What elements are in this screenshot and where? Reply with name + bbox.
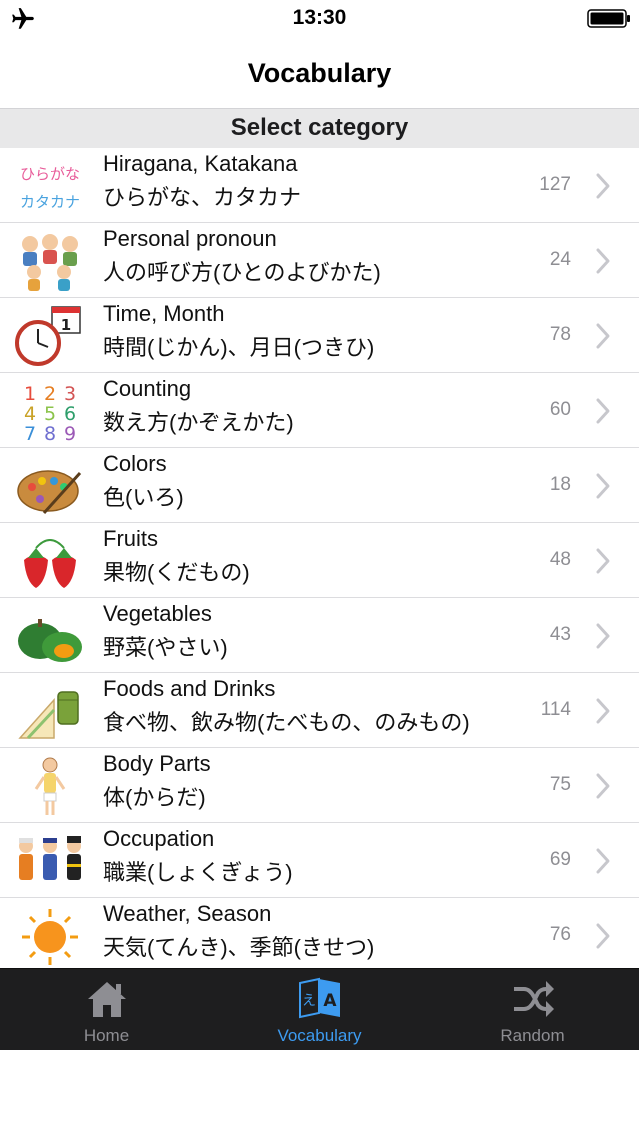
pumpkin-icon [18, 619, 82, 662]
category-row-weather-season[interactable]: Weather, Season 天気(てんき)、季節(きせつ) 76 [0, 898, 639, 968]
home-icon [88, 982, 126, 1017]
chevron-right-icon [596, 698, 610, 724]
category-count: 60 [549, 399, 571, 420]
svg-text:6: 6 [64, 403, 76, 425]
category-title: Colors [103, 451, 167, 476]
category-row-time-month[interactable]: 1 Time, Month 時間(じかん)、月日(つきひ) 78 [0, 298, 639, 373]
chevron-right-icon [596, 173, 610, 199]
clock-calendar-icon: 1 [15, 306, 81, 366]
category-subtitle: 色(いろ) [103, 485, 184, 510]
svg-text:1: 1 [24, 383, 36, 405]
chevron-right-icon [596, 773, 610, 799]
kana-icon: ひらがな カタカナ [20, 165, 80, 211]
tab-vocabulary[interactable]: え A Vocabulary [213, 969, 426, 1051]
workers-icon [19, 836, 81, 880]
svg-text:8: 8 [44, 423, 56, 442]
section-header-label: Select category [230, 114, 409, 141]
category-subtitle: 果物(くだもの) [103, 560, 250, 585]
category-title: Hiragana, Katakana [103, 151, 298, 176]
category-subtitle: 体(からだ) [103, 785, 206, 810]
category-count: 69 [549, 849, 571, 870]
svg-text:3: 3 [64, 383, 76, 405]
person-body-icon [34, 757, 66, 815]
numbers-icon: 1 2 3 4 5 6 7 8 9 [24, 383, 76, 442]
category-count: 18 [549, 474, 571, 495]
category-row-counting[interactable]: 1 2 3 4 5 6 7 8 9 Counting 数え方(かぞえかた) 60 [0, 373, 639, 448]
category-title: Counting [103, 376, 192, 401]
category-count: 78 [549, 324, 571, 345]
tab-home[interactable]: Home [0, 969, 213, 1051]
chevron-right-icon [596, 623, 610, 649]
category-title: Vegetables [103, 601, 212, 626]
category-subtitle: 人の呼び方(ひとのよびかた) [103, 260, 381, 285]
chevron-right-icon [596, 848, 610, 874]
category-row-colors[interactable]: Colors 色(いろ) 18 [0, 448, 639, 523]
category-count: 75 [549, 774, 571, 795]
category-row-foods-and-drinks[interactable]: Foods and Drinks 食べ物、飲み物(たべもの、のみもの) 114 [0, 673, 639, 748]
svg-text:カタカナ: カタカナ [20, 193, 80, 211]
svg-text:5: 5 [44, 403, 56, 425]
tab-vocabulary-label: Vocabulary [277, 1026, 362, 1045]
category-title: Weather, Season [103, 901, 272, 926]
category-title: Occupation [103, 826, 215, 851]
category-title: Fruits [103, 526, 158, 551]
tab-random[interactable]: Random [426, 969, 639, 1051]
navigation-bar: Vocabulary [0, 38, 639, 108]
category-subtitle: ひらがな、カタカナ [103, 185, 302, 210]
chevron-right-icon [596, 398, 610, 424]
svg-text:4: 4 [24, 403, 36, 425]
svg-text:A: A [323, 991, 337, 1011]
category-subtitle: 食べ物、飲み物(たべもの、のみもの) [103, 710, 470, 735]
chevron-right-icon [596, 248, 610, 274]
section-header: Select category [0, 108, 639, 148]
chevron-right-icon [596, 923, 610, 949]
category-subtitle: 野菜(やさい) [103, 635, 228, 660]
category-title: Foods and Drinks [103, 676, 276, 701]
category-subtitle: 時間(じかん)、月日(つきひ) [103, 335, 375, 360]
category-list: ひらがな カタカナ Hiragana, Katakana ひらがな、カタカナ 1… [0, 148, 639, 968]
translate-icon: え A [299, 977, 340, 1019]
category-count: 24 [549, 249, 571, 270]
category-title: Time, Month [103, 301, 225, 326]
category-row-hiragana-katakana[interactable]: ひらがな カタカナ Hiragana, Katakana ひらがな、カタカナ 1… [0, 148, 639, 223]
category-count: 48 [549, 549, 571, 570]
tab-bar: Home え A Vocabulary Random [0, 968, 639, 1050]
sun-icon [22, 909, 78, 965]
category-row-vegetables[interactable]: Vegetables 野菜(やさい) 43 [0, 598, 639, 673]
status-time: 13:30 [292, 6, 347, 29]
category-count: 76 [549, 924, 571, 945]
strawberry-icon [24, 539, 76, 588]
category-row-personal-pronoun[interactable]: Personal pronoun 人の呼び方(ひとのよびかた) 24 [0, 223, 639, 298]
category-row-body-parts[interactable]: Body Parts 体(からだ) 75 [0, 748, 639, 823]
palette-icon [17, 470, 82, 515]
battery-icon [587, 9, 630, 28]
people-icon [22, 234, 78, 291]
svg-text:7: 7 [24, 423, 36, 442]
category-row-fruits[interactable]: Fruits 果物(くだもの) 48 [0, 523, 639, 598]
category-count: 127 [539, 174, 571, 195]
category-subtitle: 職業(しょくぎょう) [103, 860, 293, 885]
chevron-right-icon [596, 323, 610, 349]
category-count: 43 [549, 624, 571, 645]
svg-text:2: 2 [44, 383, 56, 405]
svg-text:え: え [302, 993, 316, 1009]
svg-text:1: 1 [61, 316, 71, 334]
status-bar: 13:30 [0, 0, 639, 38]
chevron-right-icon [596, 473, 610, 499]
tab-random-label: Random [500, 1026, 565, 1045]
category-title: Personal pronoun [103, 226, 277, 251]
sandwich-can-icon [18, 691, 79, 740]
svg-text:9: 9 [64, 423, 76, 442]
tab-home-label: Home [83, 1026, 130, 1045]
category-subtitle: 天気(てんき)、季節(きせつ) [103, 935, 375, 960]
page-title: Vocabulary [247, 58, 392, 88]
shuffle-icon [514, 981, 554, 1017]
category-row-occupation[interactable]: Occupation 職業(しょくぎょう) 69 [0, 823, 639, 898]
chevron-right-icon [596, 548, 610, 574]
category-count: 114 [540, 699, 571, 720]
svg-text:ひらがな: ひらがな [20, 165, 80, 183]
bottom-blank-area [0, 1050, 639, 1136]
category-title: Body Parts [103, 751, 211, 776]
category-subtitle: 数え方(かぞえかた) [103, 410, 294, 435]
